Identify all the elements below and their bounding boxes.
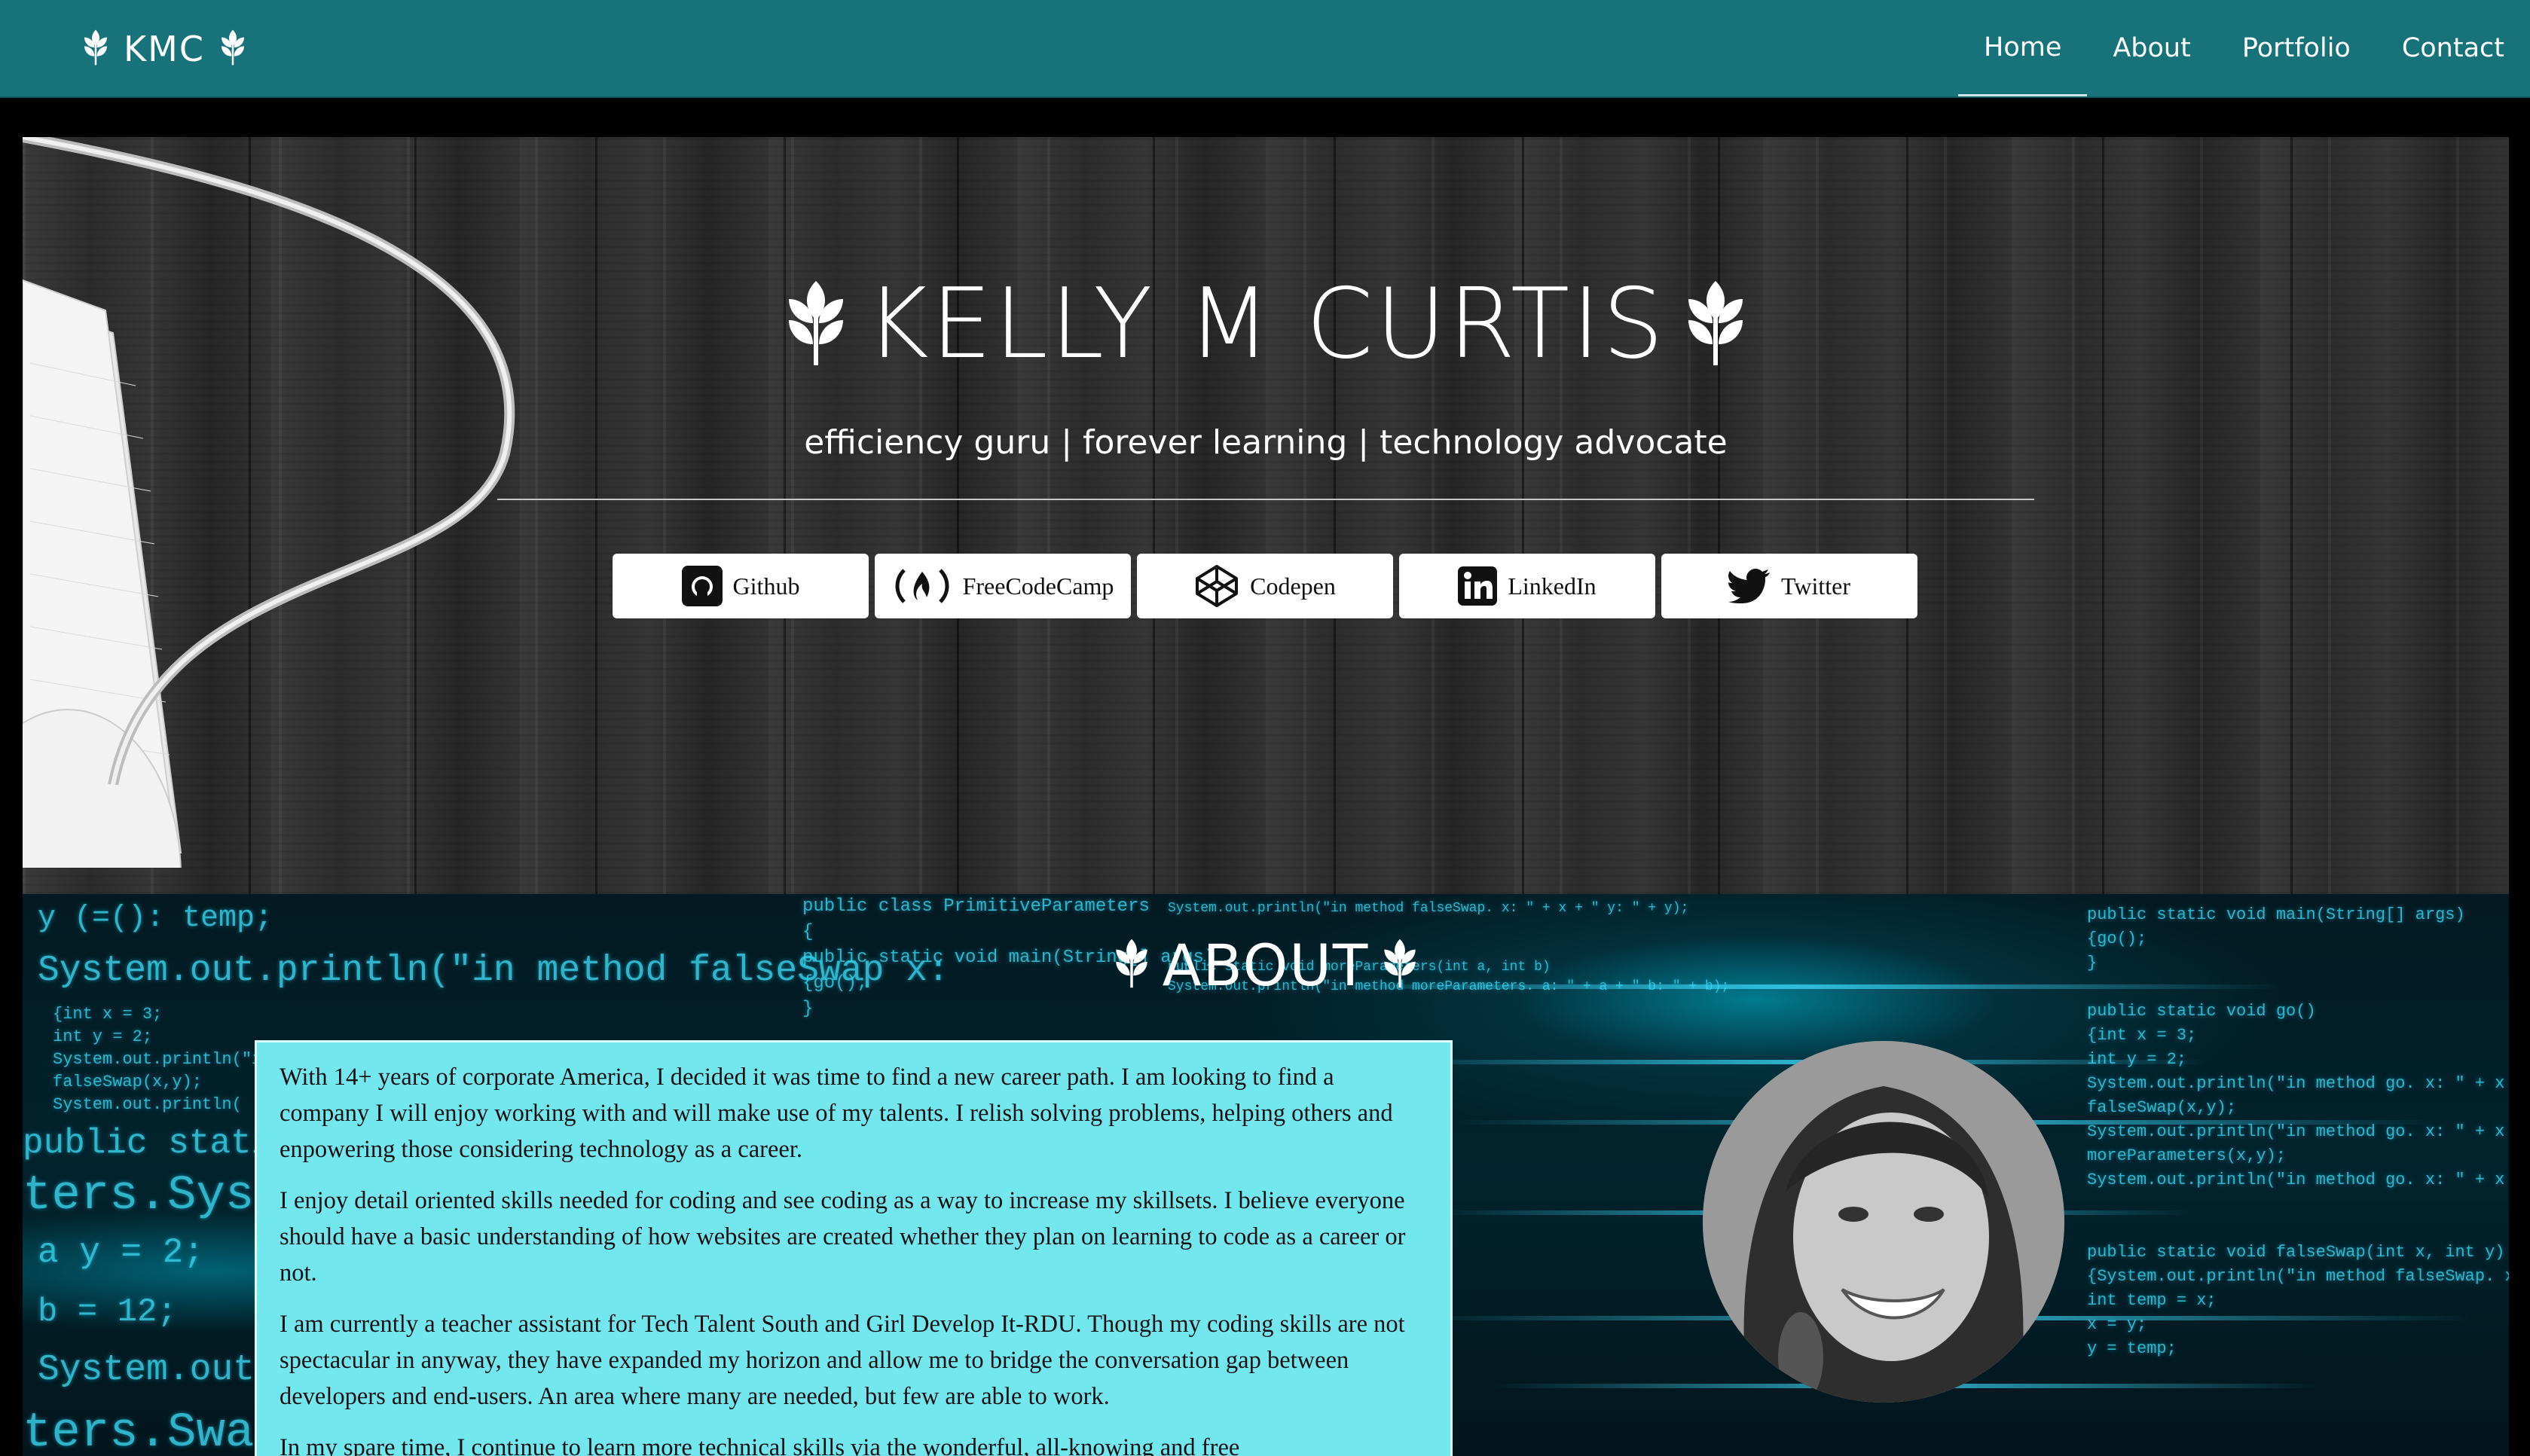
twitter-label: Twitter: [1781, 572, 1850, 600]
plank-divider: [784, 137, 786, 894]
hero-section: KELLY M CURTIS efficiency guru | forever…: [23, 137, 2509, 894]
plank-divider: [1522, 137, 1524, 894]
nav-link-portfolio[interactable]: Portfolio: [2217, 0, 2376, 96]
twitter-button[interactable]: Twitter: [1661, 554, 1917, 618]
leaf-icon: [1685, 278, 1746, 372]
plank-divider: [957, 137, 959, 894]
plank-divider: [595, 137, 597, 894]
code-bg-text: ters.Swap: [23, 1406, 283, 1456]
light-streak: [1379, 1060, 2208, 1064]
about-card: With 14+ years of corporate America, I d…: [255, 1040, 1453, 1456]
plank-divider: [1906, 137, 1908, 894]
code-bg-text: public static: [23, 1124, 293, 1163]
profile-photo-image: [1703, 1041, 2064, 1403]
linkedin-button[interactable]: LinkedIn: [1399, 554, 1655, 618]
about-paragraph: In my spare time, I continue to learn mo…: [280, 1434, 1240, 1456]
code-bg-text: b = 12;: [38, 1293, 177, 1331]
about-title: ABOUT: [23, 932, 2509, 999]
hero-tagline: efficiency guru | forever learning | tec…: [804, 423, 1728, 462]
brand-logo[interactable]: KMC: [83, 23, 246, 75]
nav-links: Home About Portfolio Contact: [1958, 0, 2530, 96]
code-bg-text: a y = 2;: [38, 1233, 204, 1272]
about-paragraph: With 14+ years of corporate America, I d…: [280, 1064, 1393, 1163]
social-links: Github FreeCodeCamp Codepen LinkedIn Twi…: [613, 554, 1917, 618]
plank-divider: [2102, 137, 2104, 894]
freecodecamp-button[interactable]: FreeCodeCamp: [875, 554, 1131, 618]
github-icon: [681, 566, 723, 606]
codepen-button[interactable]: Codepen: [1137, 554, 1393, 618]
code-bg-text: y (=(): temp;: [38, 902, 273, 936]
code-bg-text: {int x = 3; int y = 2; System.out.println(…: [53, 1005, 272, 1114]
leaf-icon: [83, 29, 108, 70]
freecodecamp-icon: [892, 566, 952, 606]
linkedin-label: LinkedIn: [1508, 572, 1597, 600]
about-paragraph: I am currently a teacher assistant for T…: [280, 1311, 1405, 1410]
navbar: KMC Home About Portfolio Contact: [0, 0, 2530, 98]
plank-divider: [2290, 137, 2293, 894]
codepen-label: Codepen: [1250, 572, 1336, 600]
github-label: Github: [732, 572, 800, 600]
nav-link-about[interactable]: About: [2087, 0, 2216, 96]
profile-photo: [1703, 1041, 2064, 1403]
plank-divider: [1334, 137, 1336, 894]
nav-link-home[interactable]: Home: [1958, 0, 2088, 96]
about-section: y (=(): temp; System.out.println("in met…: [23, 894, 2509, 1456]
hero-divider: [497, 499, 2034, 500]
brand-text: KMC: [124, 29, 205, 69]
codepen-icon: [1194, 563, 1239, 609]
about-paragraph: I enjoy detail oriented skills needed fo…: [280, 1187, 1406, 1287]
about-heading: ABOUT: [1162, 932, 1370, 999]
leaf-icon: [1114, 937, 1149, 994]
leaf-icon: [1383, 937, 1417, 994]
nav-link-contact[interactable]: Contact: [2376, 0, 2530, 96]
leaf-icon: [786, 278, 846, 372]
plank-divider: [1153, 137, 1155, 894]
twitter-icon: [1728, 569, 1771, 603]
hero-title: KELLY M CURTIS: [23, 276, 2509, 373]
hero-name: KELLY M CURTIS: [865, 268, 1667, 380]
linkedin-icon: [1458, 566, 1498, 606]
plank-divider: [1718, 137, 1720, 894]
github-button[interactable]: Github: [613, 554, 869, 618]
freecodecamp-label: FreeCodeCamp: [962, 572, 1114, 600]
leaf-icon: [220, 29, 246, 70]
